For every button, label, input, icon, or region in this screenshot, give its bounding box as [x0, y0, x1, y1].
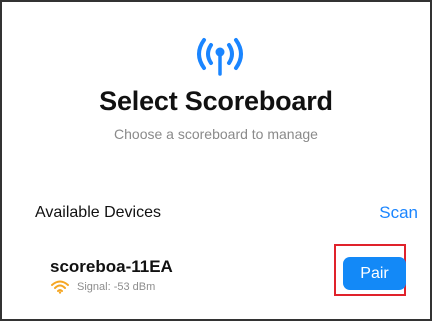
scan-button[interactable]: Scan — [379, 203, 418, 223]
page-title: Select Scoreboard — [99, 86, 333, 116]
signal-info: Signal: -53 dBm — [51, 280, 155, 294]
available-devices-heading: Available Devices — [35, 204, 161, 221]
scoreboard-selection-screen: Select Scoreboard Choose a scoreboard to… — [0, 0, 432, 321]
left-border — [0, 0, 2, 319]
antenna-broadcast-icon — [190, 30, 250, 80]
pair-button[interactable]: Pair — [343, 257, 406, 290]
signal-strength-text: Signal: -53 dBm — [77, 281, 156, 293]
wifi-signal-icon — [51, 280, 69, 294]
device-name: scoreboa-11EA — [50, 257, 173, 276]
top-border — [0, 0, 430, 2]
page-subtitle: Choose a scoreboard to manage — [114, 126, 318, 142]
